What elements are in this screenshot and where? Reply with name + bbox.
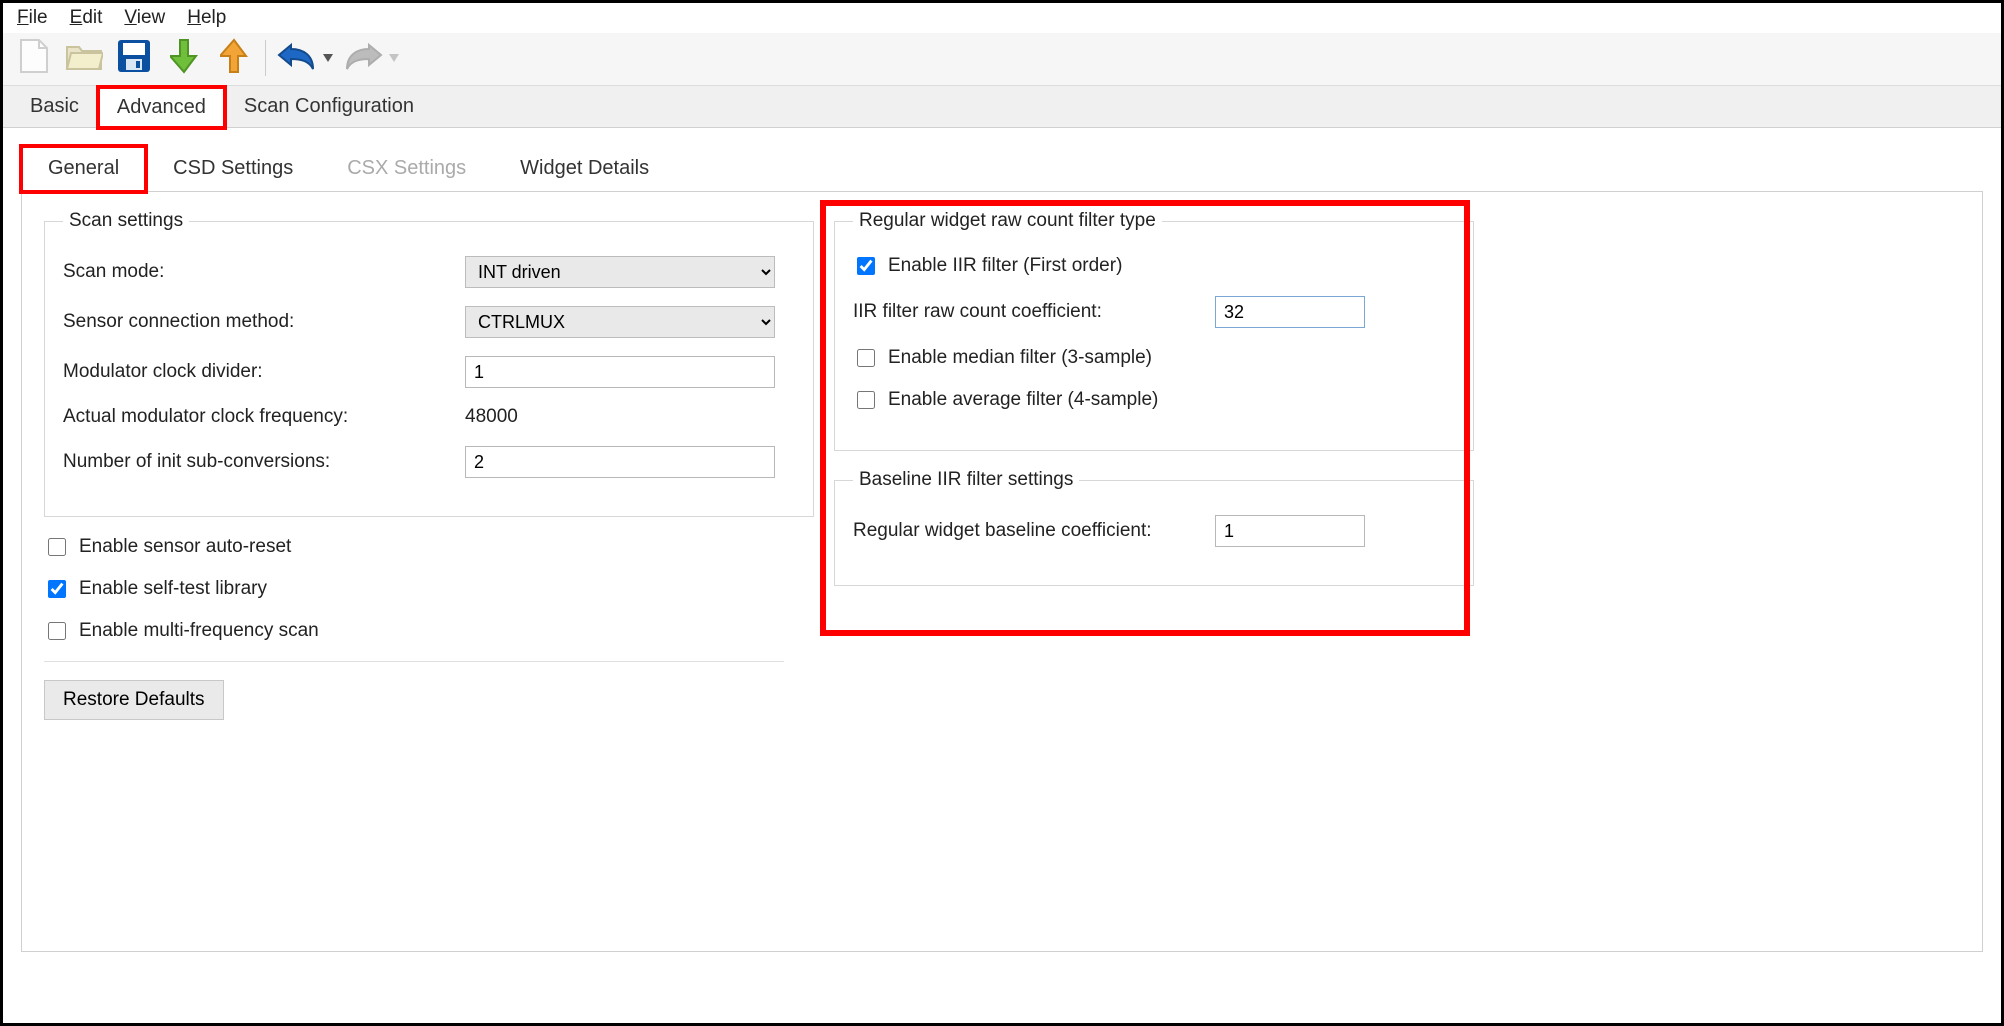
divider: [44, 661, 784, 662]
iir-enable-label: Enable IIR filter (First order): [888, 255, 1122, 277]
new-file-icon: [19, 38, 49, 79]
right-column: Regular widget raw count filter type Ena…: [834, 210, 1474, 911]
general-panel: Scan settings Scan mode: INT driven Sens…: [21, 192, 1983, 952]
save-floppy-icon: [117, 39, 151, 78]
subtab-general[interactable]: General: [21, 146, 146, 192]
modulator-divider-input[interactable]: [465, 356, 775, 388]
scan-settings-group: Scan settings Scan mode: INT driven Sens…: [44, 210, 814, 517]
undo-button[interactable]: [276, 37, 318, 79]
redo-button[interactable]: [342, 37, 384, 79]
modulator-divider-label: Modulator clock divider:: [63, 361, 453, 383]
sub-tabstrip: General CSD Settings CSX Settings Widget…: [21, 146, 1983, 192]
auto-reset-checkbox[interactable]: [48, 538, 66, 556]
multi-freq-label: Enable multi-frequency scan: [79, 620, 319, 642]
tab-basic[interactable]: Basic: [11, 86, 98, 127]
iir-coef-label: IIR filter raw count coefficient:: [853, 301, 1203, 323]
raw-count-filter-legend: Regular widget raw count filter type: [853, 210, 1162, 232]
baseline-filter-group: Baseline IIR filter settings Regular wid…: [834, 469, 1474, 586]
scan-mode-select[interactable]: INT driven: [465, 256, 775, 288]
menu-help[interactable]: Help: [187, 7, 226, 29]
save-button[interactable]: [113, 37, 155, 79]
actual-frequency-label: Actual modulator clock frequency:: [63, 406, 453, 428]
init-subconversions-label: Number of init sub-conversions:: [63, 451, 453, 473]
menu-view[interactable]: View: [124, 7, 165, 29]
redo-dropdown[interactable]: [388, 54, 400, 62]
subtab-csd-settings[interactable]: CSD Settings: [146, 146, 320, 191]
baseline-filter-legend: Baseline IIR filter settings: [853, 469, 1079, 491]
baseline-coef-label: Regular widget baseline coefficient:: [853, 520, 1203, 542]
toolbar: [3, 33, 2001, 86]
raw-count-filter-group: Regular widget raw count filter type Ena…: [834, 210, 1474, 451]
subtab-csx-settings: CSX Settings: [320, 146, 493, 191]
menu-edit[interactable]: Edit: [70, 7, 103, 29]
median-filter-label: Enable median filter (3-sample): [888, 347, 1152, 369]
self-test-label: Enable self-test library: [79, 578, 267, 600]
left-column: Scan settings Scan mode: INT driven Sens…: [44, 210, 814, 911]
init-subconversions-input[interactable]: [465, 446, 775, 478]
median-filter-checkbox[interactable]: [857, 349, 875, 367]
upload-arrow-icon: [220, 38, 248, 79]
menubar: File Edit View Help: [3, 3, 2001, 33]
multi-freq-checkbox[interactable]: [48, 622, 66, 640]
iir-coef-input[interactable]: [1215, 296, 1365, 328]
self-test-checkbox[interactable]: [48, 580, 66, 598]
toolbar-separator: [265, 40, 266, 76]
download-arrow-icon: [170, 38, 198, 79]
restore-defaults-button[interactable]: Restore Defaults: [44, 680, 224, 720]
tab-scan-configuration[interactable]: Scan Configuration: [225, 86, 433, 127]
iir-enable-checkbox[interactable]: [857, 257, 875, 275]
actual-frequency-value: 48000: [465, 406, 518, 428]
new-button[interactable]: [13, 37, 55, 79]
auto-reset-label: Enable sensor auto-reset: [79, 536, 291, 558]
average-filter-checkbox[interactable]: [857, 391, 875, 409]
menu-file[interactable]: File: [17, 7, 48, 29]
subtab-widget-details[interactable]: Widget Details: [493, 146, 676, 191]
open-folder-icon: [65, 41, 103, 76]
open-button[interactable]: [63, 37, 105, 79]
export-button[interactable]: [213, 37, 255, 79]
app-window: File Edit View Help: [0, 0, 2004, 1026]
content-area: General CSD Settings CSX Settings Widget…: [3, 128, 2001, 952]
main-tabstrip: Basic Advanced Scan Configuration: [3, 86, 2001, 128]
sensor-connection-label: Sensor connection method:: [63, 311, 453, 333]
tab-advanced[interactable]: Advanced: [98, 87, 225, 128]
scan-settings-legend: Scan settings: [63, 210, 189, 232]
redo-arrow-icon: [343, 41, 383, 76]
sensor-connection-select[interactable]: CTRLMUX: [465, 306, 775, 338]
scan-mode-label: Scan mode:: [63, 261, 453, 283]
import-button[interactable]: [163, 37, 205, 79]
average-filter-label: Enable average filter (4-sample): [888, 389, 1158, 411]
baseline-coef-input[interactable]: [1215, 515, 1365, 547]
undo-dropdown[interactable]: [322, 54, 334, 62]
undo-arrow-icon: [277, 41, 317, 76]
